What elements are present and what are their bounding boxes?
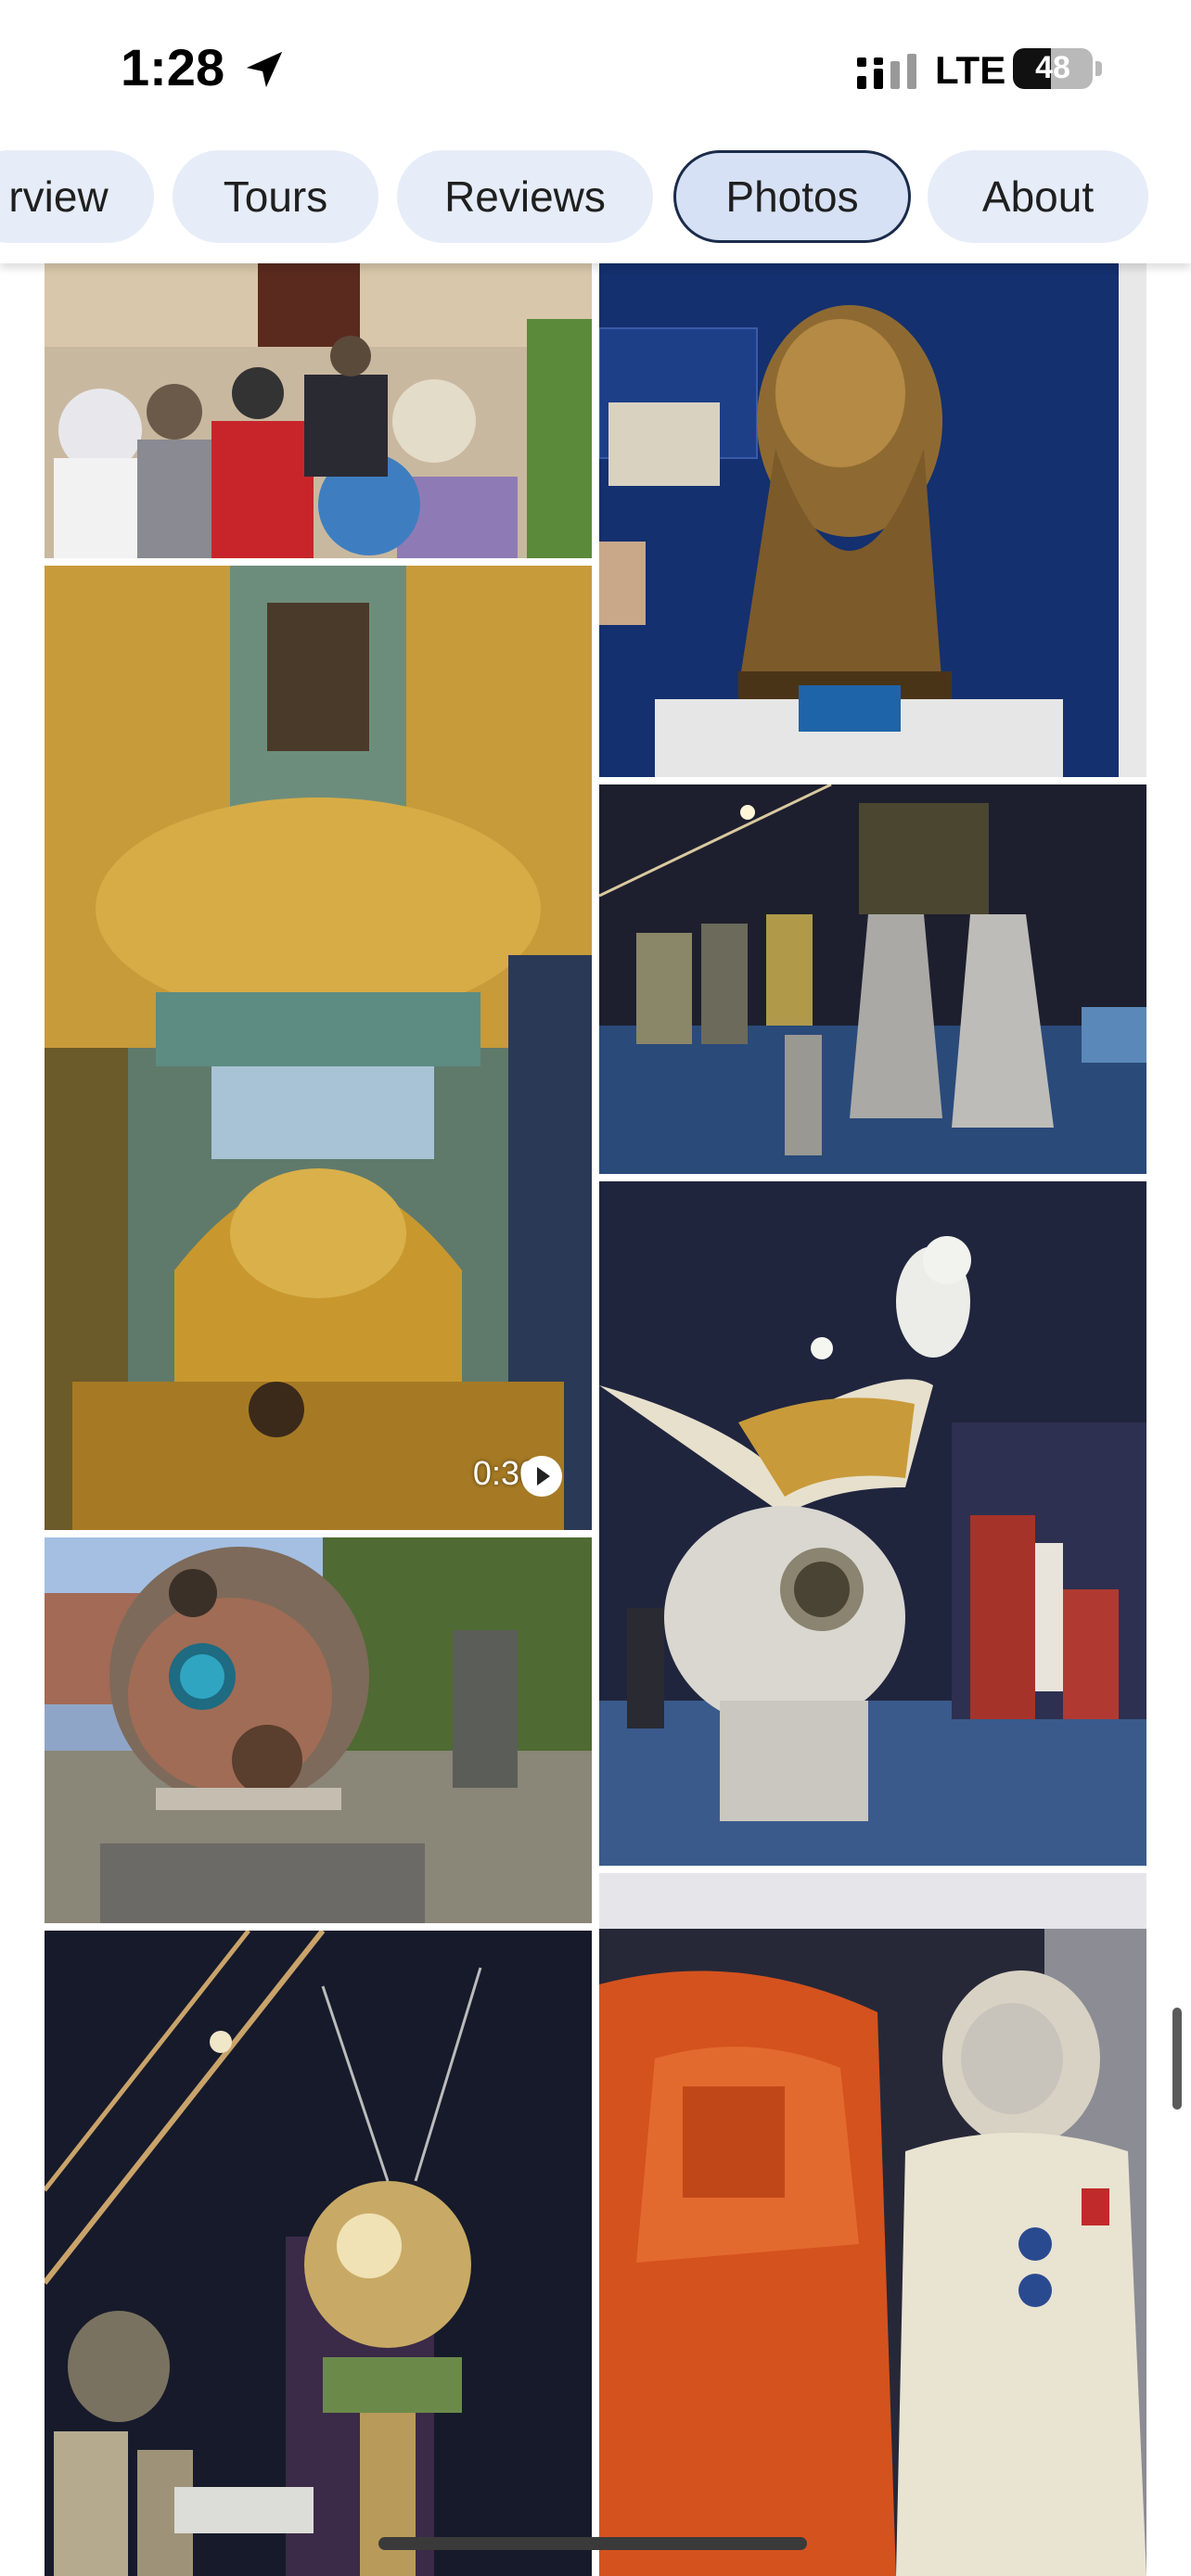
tab-about[interactable]: About [928, 150, 1148, 243]
battery-percent: 48 [1035, 50, 1070, 85]
photo-soyuz-module[interactable] [599, 1181, 1146, 1866]
place-tabs: rview Tours Reviews Photos About [0, 139, 1191, 263]
clock: 1:28 [121, 38, 225, 96]
network-type: LTE [935, 48, 1006, 92]
photo-bronze-bust[interactable] [599, 263, 1146, 777]
photo-capsule-outdoor[interactable] [45, 1537, 592, 1923]
scrollbar-thumb[interactable] [1172, 2008, 1182, 2110]
photo-sputnik-exhibit[interactable] [45, 1931, 592, 2576]
photo-spacesuits[interactable] [599, 1873, 1146, 2576]
photo-tour-crowd[interactable] [45, 263, 592, 558]
tab-tours[interactable]: Tours [173, 150, 378, 243]
tab-photos[interactable]: Photos [673, 150, 911, 243]
tab-reviews[interactable]: Reviews [397, 150, 653, 243]
play-icon [521, 1456, 562, 1497]
battery-icon: 48 [1013, 48, 1102, 89]
tab-overview[interactable]: rview [0, 150, 154, 243]
photo-grid: 0:30 [0, 263, 1191, 2576]
photo-rocket-engines[interactable] [599, 784, 1146, 1174]
location-arrow-icon [246, 51, 283, 88]
photo-iconostasis-video[interactable]: 0:30 [45, 566, 592, 1530]
home-indicator[interactable] [378, 2537, 807, 2550]
status-bar: 1:28 LTE 48 [0, 0, 1191, 139]
signal-strength-icon [857, 54, 916, 89]
